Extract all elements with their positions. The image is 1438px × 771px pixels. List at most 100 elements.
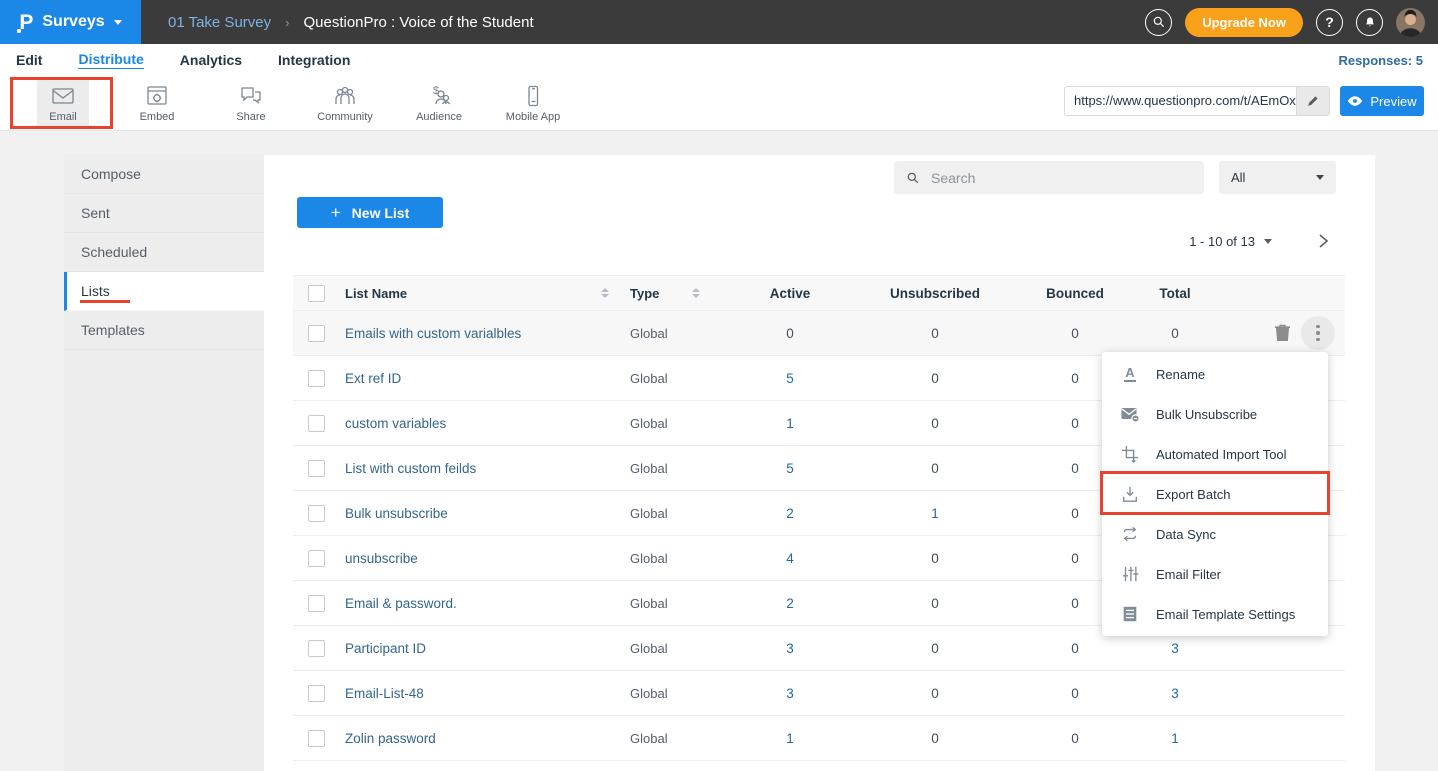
tab-edit[interactable]: Edit <box>16 52 42 69</box>
list-name-link[interactable]: Participant ID <box>343 641 615 656</box>
list-filter-dropdown[interactable]: All <box>1219 161 1336 194</box>
active-count[interactable]: 3 <box>730 641 850 656</box>
menu-item-email-template-settings[interactable]: Email Template Settings <box>1102 594 1328 634</box>
community-icon <box>332 84 358 108</box>
col-header-total: Total <box>1130 286 1220 301</box>
unsubscribed-count: 0 <box>850 641 1020 656</box>
sort-icon[interactable] <box>601 288 609 298</box>
search-input[interactable] <box>929 169 1192 187</box>
notifications-button[interactable] <box>1356 9 1383 36</box>
list-type: Global <box>615 461 730 476</box>
preview-button[interactable]: Preview <box>1340 86 1424 116</box>
row-checkbox[interactable] <box>308 370 325 387</box>
annotation-underline-lists <box>80 300 130 303</box>
toolbar-item-community[interactable]: Community <box>298 76 392 130</box>
sidebar-item-lists[interactable]: Lists <box>64 272 264 311</box>
active-count[interactable]: 1 <box>730 416 850 431</box>
table-header-row: List Name Type Active Unsubscribed Bounc… <box>293 275 1345 311</box>
new-list-button[interactable]: + New List <box>297 197 443 228</box>
breadcrumb-survey-link[interactable]: 01 Take Survey <box>168 14 271 31</box>
row-checkbox[interactable] <box>308 415 325 432</box>
sidebar-item-sent[interactable]: Sent <box>64 194 264 233</box>
unsubscribed-count: 0 <box>850 416 1020 431</box>
tab-analytics[interactable]: Analytics <box>180 52 242 69</box>
responses-count[interactable]: Responses: 5 <box>1338 53 1423 68</box>
sidebar-item-compose[interactable]: Compose <box>64 155 264 194</box>
row-checkbox[interactable] <box>308 325 325 342</box>
toolbar-item-mobile-app[interactable]: Mobile App <box>486 76 580 130</box>
envelope-minus-icon <box>1120 405 1140 423</box>
unsubscribed-count: 0 <box>850 551 1020 566</box>
list-search[interactable] <box>894 161 1204 194</box>
chevron-down-icon <box>114 20 122 25</box>
delete-list-button[interactable] <box>1274 324 1291 343</box>
tab-distribute[interactable]: Distribute <box>78 51 143 69</box>
active-count[interactable]: 1 <box>730 731 850 746</box>
bounced-count: 0 <box>1020 686 1130 701</box>
sidebar-item-templates[interactable]: Templates <box>64 311 264 350</box>
tab-integration[interactable]: Integration <box>278 52 350 69</box>
active-count[interactable]: 5 <box>730 371 850 386</box>
unsubscribed-count[interactable]: 1 <box>850 506 1020 521</box>
search-button[interactable] <box>1145 9 1172 36</box>
embed-icon <box>144 84 170 108</box>
unsubscribed-count: 0 <box>850 596 1020 611</box>
toolbar-item-embed[interactable]: Embed <box>110 76 204 130</box>
pagination-range-dropdown[interactable]: 1 - 10 of 13 <box>1189 234 1272 249</box>
row-checkbox[interactable] <box>308 550 325 567</box>
menu-item-bulk-unsubscribe[interactable]: Bulk Unsubscribe <box>1102 394 1328 434</box>
list-name-link[interactable]: unsubscribe <box>343 551 615 566</box>
total-count[interactable]: 3 <box>1130 641 1220 656</box>
row-checkbox[interactable] <box>308 595 325 612</box>
row-checkbox[interactable] <box>308 685 325 702</box>
table-row: Zolin password Global 1 0 0 1 <box>293 716 1345 761</box>
upgrade-now-button[interactable]: Upgrade Now <box>1185 8 1303 37</box>
chevron-down-icon <box>1316 175 1324 180</box>
row-menu-button[interactable] <box>1301 316 1335 350</box>
survey-url-value[interactable]: https://www.questionpro.com/t/AEmOx2 <box>1065 87 1296 115</box>
pencil-icon <box>1306 94 1320 108</box>
row-checkbox[interactable] <box>308 730 325 747</box>
list-name-link[interactable]: List with custom feilds <box>343 461 615 476</box>
toolbar-item-audience[interactable]: $ Audience <box>392 76 486 130</box>
menu-item-email-filter[interactable]: Email Filter <box>1102 554 1328 594</box>
row-checkbox[interactable] <box>308 640 325 657</box>
select-all-checkbox[interactable] <box>308 285 325 302</box>
plus-icon: + <box>331 203 341 223</box>
total-count[interactable]: 1 <box>1130 731 1220 746</box>
user-avatar[interactable] <box>1396 8 1425 37</box>
share-icon <box>238 84 264 108</box>
total-count[interactable]: 3 <box>1130 686 1220 701</box>
product-switcher[interactable]: P Surveys <box>0 0 141 44</box>
audience-icon: $ <box>426 84 452 108</box>
sidebar-item-scheduled[interactable]: Scheduled <box>64 233 264 272</box>
survey-tabbar: Edit Distribute Analytics Integration Re… <box>0 44 1438 76</box>
list-name-link[interactable]: Ext ref ID <box>343 371 615 386</box>
sort-icon[interactable] <box>692 288 700 298</box>
toolbar-item-share[interactable]: Share <box>204 76 298 130</box>
menu-item-automated-import-tool[interactable]: Automated Import Tool <box>1102 434 1328 474</box>
list-name-link[interactable]: Zolin password <box>343 731 615 746</box>
active-count[interactable]: 2 <box>730 506 850 521</box>
edit-url-button[interactable] <box>1296 87 1329 115</box>
list-name-link[interactable]: Emails with custom varialbles <box>343 326 615 341</box>
list-name-link[interactable]: custom variables <box>343 416 615 431</box>
list-name-link[interactable]: Email & password. <box>343 596 615 611</box>
menu-item-rename[interactable]: A Rename <box>1102 354 1328 394</box>
survey-url-field[interactable]: https://www.questionpro.com/t/AEmOx2 <box>1064 86 1330 116</box>
email-sidebar: Compose Sent Scheduled Lists Templates <box>64 155 264 771</box>
next-page-button[interactable] <box>1316 233 1330 249</box>
active-count[interactable]: 4 <box>730 551 850 566</box>
row-checkbox[interactable] <box>308 460 325 477</box>
row-checkbox[interactable] <box>308 505 325 522</box>
help-button[interactable]: ? <box>1316 9 1343 36</box>
list-name-link[interactable]: Bulk unsubscribe <box>343 506 615 521</box>
active-count[interactable]: 5 <box>730 461 850 476</box>
list-name-link[interactable]: Email-List-48 <box>343 686 615 701</box>
chevron-down-icon <box>1264 239 1272 244</box>
active-count[interactable]: 3 <box>730 686 850 701</box>
menu-item-label: Email Filter <box>1156 567 1221 582</box>
filter-sliders-icon <box>1120 565 1140 583</box>
menu-item-data-sync[interactable]: Data Sync <box>1102 514 1328 554</box>
active-count[interactable]: 2 <box>730 596 850 611</box>
